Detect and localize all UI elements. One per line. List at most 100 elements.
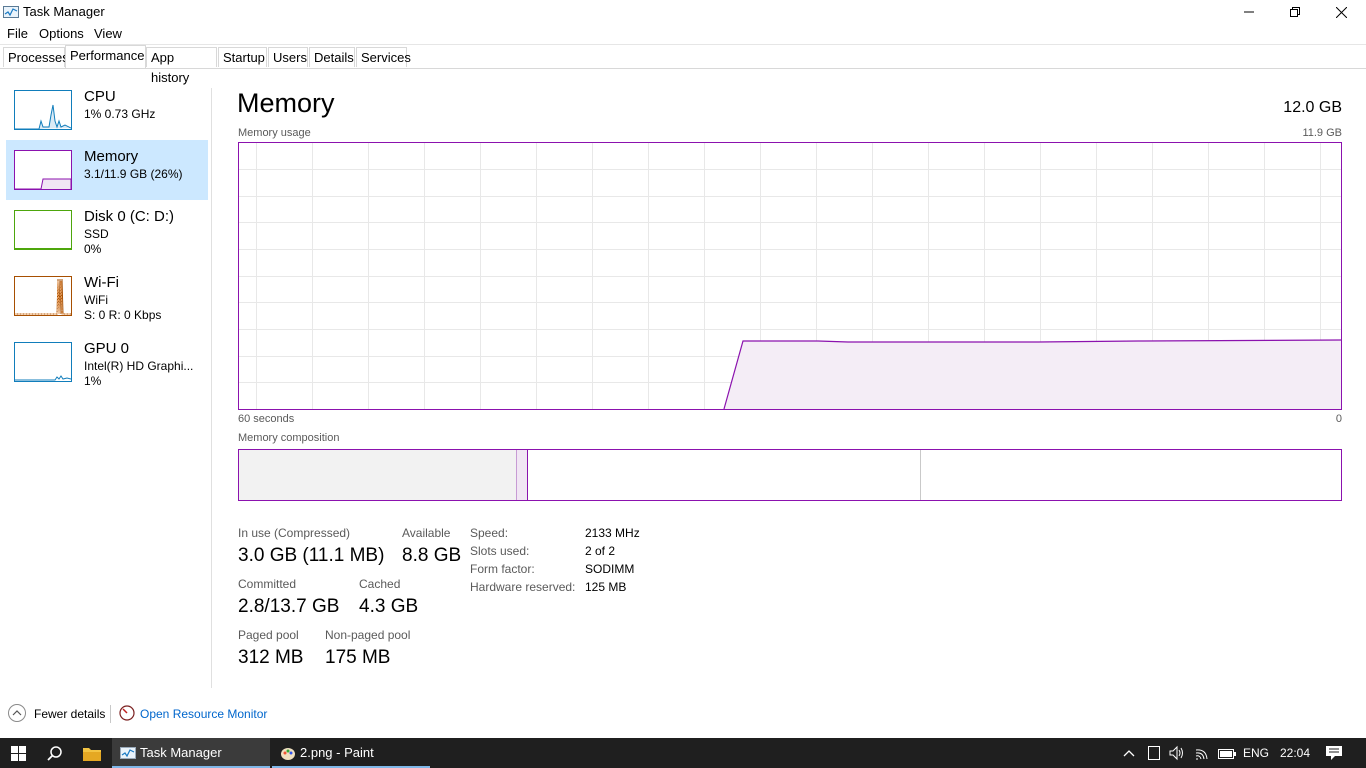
search-icon bbox=[47, 746, 62, 761]
committed-label: Committed bbox=[238, 577, 297, 591]
graph-time-right: 0 bbox=[1335, 413, 1342, 425]
cached-value: 4.3 GB bbox=[359, 596, 419, 617]
paged-pool-value: 312 MB bbox=[238, 647, 304, 668]
menu-file[interactable]: File bbox=[7, 26, 28, 41]
windows-icon bbox=[10, 745, 26, 761]
slots-value: 2 of 2 bbox=[585, 544, 616, 558]
task-manager-icon bbox=[3, 4, 19, 19]
start-button[interactable] bbox=[0, 738, 36, 768]
in-use-label: In use (Compressed) bbox=[238, 526, 351, 540]
memory-thumbnail-graph bbox=[14, 150, 72, 190]
page-title: Memory bbox=[237, 88, 335, 118]
gpu-name: Intel(R) HD Graphi... bbox=[84, 359, 194, 373]
hardware-reserved-value: 125 MB bbox=[585, 580, 627, 594]
task-manager-icon bbox=[120, 747, 136, 759]
notification-icon bbox=[1326, 746, 1342, 760]
folder-icon bbox=[83, 747, 101, 761]
restore-button[interactable] bbox=[1272, 0, 1318, 24]
show-hidden-icons-button[interactable] bbox=[1122, 746, 1136, 760]
sidebar-item-wifi[interactable]: Wi-Fi WiFi S: 0 R: 0 Kbps bbox=[6, 266, 208, 326]
memory-composition-bar bbox=[238, 449, 1342, 501]
menu-options[interactable]: Options bbox=[39, 26, 84, 41]
taskbar-item-task-manager[interactable]: Task Manager bbox=[112, 738, 270, 768]
wifi-title: Wi-Fi bbox=[84, 274, 119, 291]
battery-icon bbox=[1218, 749, 1236, 759]
close-button[interactable] bbox=[1318, 0, 1364, 24]
paged-pool-label: Paged pool bbox=[238, 628, 299, 642]
speed-label: Speed: bbox=[470, 526, 509, 540]
memory-title: Memory bbox=[84, 148, 139, 165]
tab-performance[interactable]: Performance bbox=[65, 45, 146, 68]
disk-thumbnail-graph bbox=[14, 210, 72, 250]
paint-icon bbox=[281, 748, 295, 760]
device-icon bbox=[1148, 746, 1160, 760]
disk-type: SSD bbox=[84, 227, 109, 241]
hardware-reserved-label: Hardware reserved: bbox=[470, 580, 576, 594]
open-resource-monitor-link[interactable]: Open Resource Monitor bbox=[140, 707, 267, 721]
battery-button[interactable] bbox=[1218, 747, 1236, 759]
speed-value: 2133 MHz bbox=[585, 526, 640, 540]
file-explorer-button[interactable] bbox=[74, 738, 110, 768]
sidebar-item-cpu[interactable]: CPU 1% 0.73 GHz bbox=[6, 80, 208, 140]
menu-view[interactable]: View bbox=[94, 26, 122, 41]
taskbar: Task Manager 2.png - Paint ENG 22:04 bbox=[0, 738, 1366, 768]
gpu-thumbnail-graph bbox=[14, 342, 72, 382]
fewer-details-link[interactable]: Fewer details bbox=[34, 707, 105, 721]
gpu-usage: 1% bbox=[84, 374, 102, 388]
committed-value: 2.8/13.7 GB bbox=[238, 596, 340, 617]
tab-app-history[interactable]: App history bbox=[146, 47, 217, 85]
cached-label: Cached bbox=[359, 577, 401, 591]
close-icon bbox=[1335, 6, 1347, 18]
wifi-icon bbox=[1195, 749, 1208, 760]
disk-usage: 0% bbox=[84, 242, 102, 256]
restore-icon bbox=[1290, 7, 1300, 17]
wifi-thumbnail-graph bbox=[14, 276, 72, 316]
wifi-throughput: S: 0 R: 0 Kbps bbox=[84, 308, 162, 322]
memory-composition-label: Memory composition bbox=[238, 432, 340, 444]
notifications-button[interactable] bbox=[1325, 745, 1343, 761]
resource-monitor-icon bbox=[119, 705, 135, 721]
memory-usage-max: 11.9 GB bbox=[1302, 127, 1342, 139]
sidebar-item-disk[interactable]: Disk 0 (C: D:) SSD 0% bbox=[6, 200, 208, 260]
taskbar-item-label: Task Manager bbox=[140, 745, 222, 760]
tab-processes[interactable]: Processes bbox=[3, 47, 69, 67]
cpu-usage: 1% 0.73 GHz bbox=[84, 107, 156, 121]
fewer-details-button[interactable] bbox=[8, 704, 26, 722]
speaker-icon bbox=[1169, 745, 1183, 761]
taskbar-item-label: 2.png - Paint bbox=[300, 745, 374, 760]
tray-device-button[interactable] bbox=[1147, 745, 1161, 761]
clock[interactable]: 22:04 bbox=[1280, 746, 1310, 760]
minimize-icon bbox=[1244, 11, 1254, 13]
graph-time-left: 60 seconds bbox=[238, 413, 295, 425]
tab-services[interactable]: Services bbox=[356, 47, 411, 67]
tab-users[interactable]: Users bbox=[268, 47, 308, 67]
network-button[interactable] bbox=[1195, 745, 1211, 761]
taskbar-item-paint[interactable]: 2.png - Paint bbox=[272, 738, 430, 768]
gpu-title: GPU 0 bbox=[84, 340, 130, 357]
footer-bar: Fewer details Open Resource Monitor bbox=[0, 700, 1366, 730]
slots-label: Slots used: bbox=[470, 544, 530, 558]
title-bar: Task Manager bbox=[0, 0, 1366, 24]
chevron-up-icon bbox=[1123, 750, 1135, 757]
memory-usage-graph bbox=[238, 142, 1342, 410]
in-use-value: 3.0 GB (11.1 MB) bbox=[238, 545, 385, 566]
cpu-title: CPU bbox=[84, 88, 116, 105]
sidebar-divider bbox=[211, 88, 212, 688]
volume-button[interactable] bbox=[1169, 745, 1185, 761]
chevron-up-icon bbox=[8, 704, 26, 722]
search-button[interactable] bbox=[38, 738, 72, 768]
wifi-name: WiFi bbox=[84, 293, 108, 307]
memory-usage-label: Memory usage bbox=[238, 127, 311, 139]
tab-details[interactable]: Details bbox=[309, 47, 355, 67]
language-indicator[interactable]: ENG bbox=[1243, 746, 1269, 760]
available-value: 8.8 GB bbox=[402, 545, 462, 566]
sidebar-item-gpu[interactable]: GPU 0 Intel(R) HD Graphi... 1% bbox=[6, 332, 208, 392]
sidebar-item-memory[interactable]: Memory 3.1/11.9 GB (26%) bbox=[6, 140, 208, 200]
nonpaged-pool-value: 175 MB bbox=[325, 647, 391, 668]
minimize-button[interactable] bbox=[1226, 0, 1272, 24]
nonpaged-pool-label: Non-paged pool bbox=[325, 628, 411, 642]
cpu-thumbnail-graph bbox=[14, 90, 72, 130]
memory-usage: 3.1/11.9 GB (26%) bbox=[84, 167, 183, 181]
total-memory: 12.0 GB bbox=[1283, 99, 1342, 116]
tab-startup[interactable]: Startup bbox=[218, 47, 267, 67]
